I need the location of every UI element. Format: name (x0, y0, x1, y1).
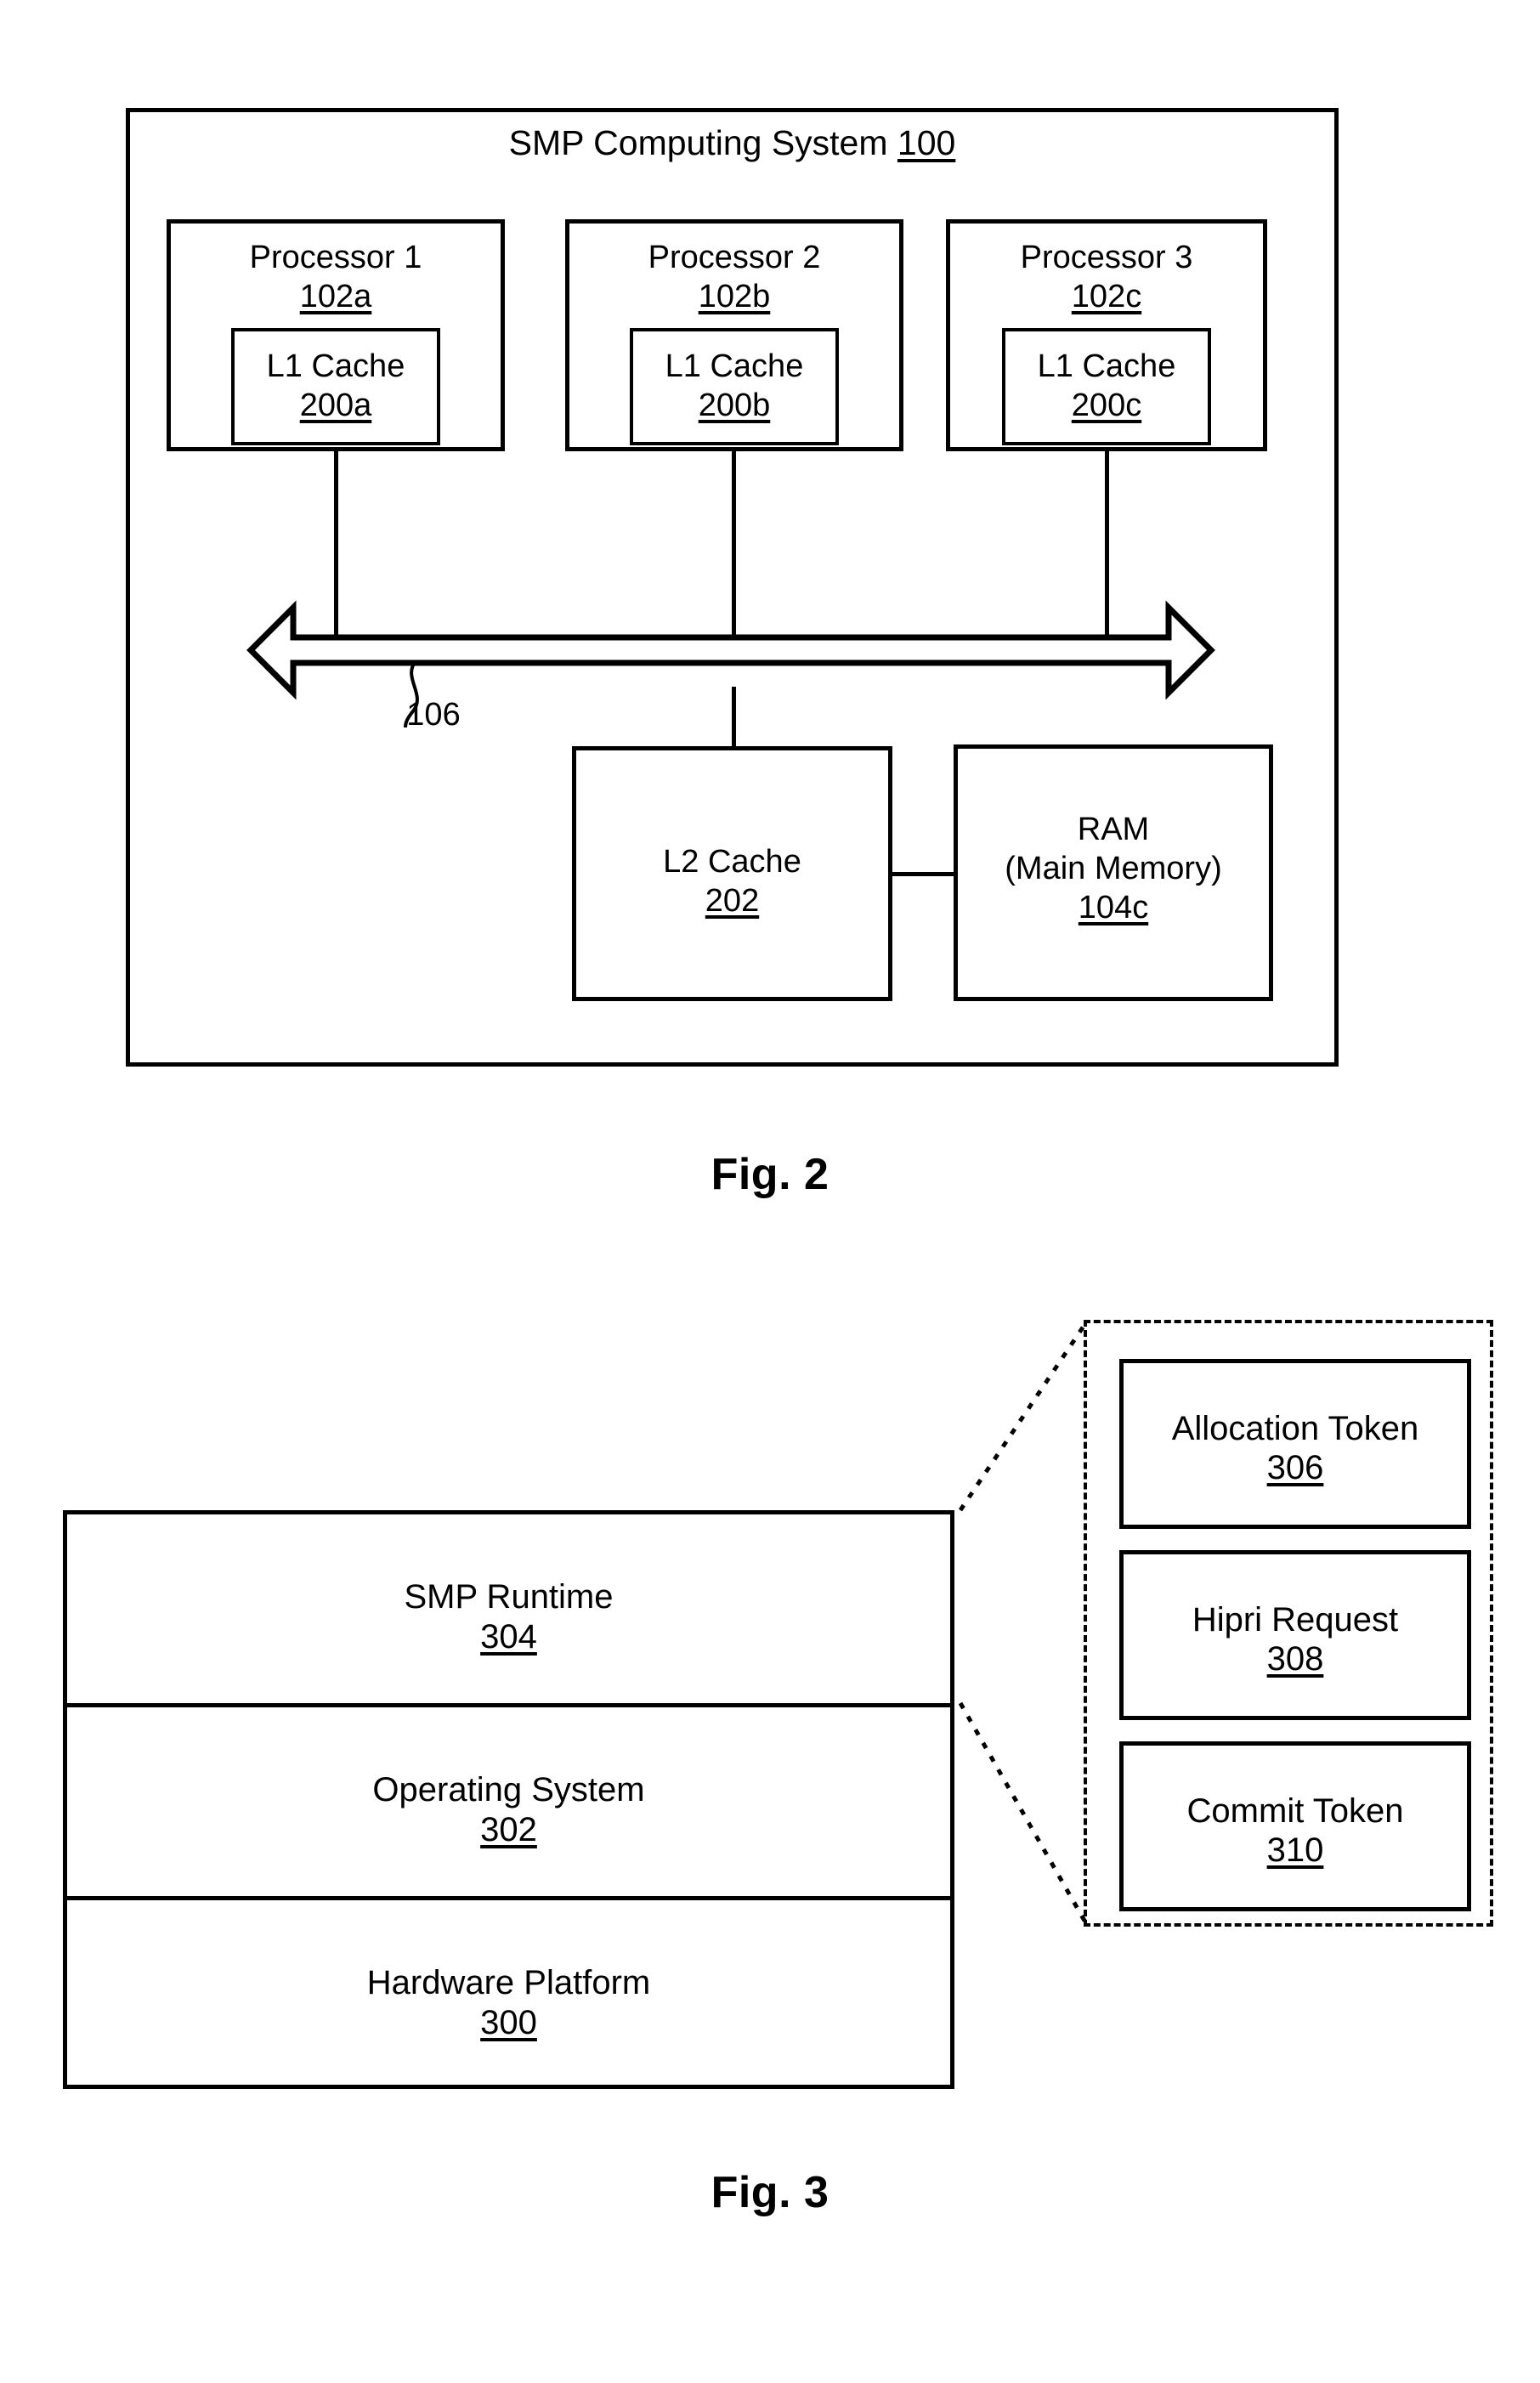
smp-computing-system-title: SMP Computing System 100 (126, 122, 1339, 165)
hipri-request-ref-text: 308 (1266, 1640, 1324, 1678)
l2-cache-ram-connector (891, 872, 955, 876)
processor-1-ref-text: 102a (299, 279, 372, 314)
stack-row-smp-runtime: SMP Runtime 304 (67, 1514, 950, 1707)
figure-3-caption: Fig. 3 (711, 2168, 829, 2217)
hardware-platform-ref-text: 300 (480, 2004, 537, 2041)
hipri-request-box: Hipri Request 308 (1119, 1550, 1471, 1720)
hardware-platform-ref: 300 (67, 2001, 950, 2044)
commit-token-title: Commit Token (1186, 1792, 1404, 1830)
processor-2-ref-text: 102b (698, 279, 771, 314)
l2-cache-title: L2 Cache (663, 844, 801, 880)
operating-system-ref: 302 (67, 1808, 950, 1851)
l1-cache-200c-ref-text: 200c (1071, 388, 1142, 423)
ram-ref-text: 104c (1078, 890, 1149, 925)
l1-cache-200a-ref-text: 200a (299, 388, 372, 423)
bus-ref-label: 106 (406, 697, 461, 733)
ram-subtitle: (Main Memory) (1005, 851, 1222, 886)
operating-system-title: Operating System (372, 1771, 645, 1808)
l1-cache-200b-ref-text: 200b (698, 388, 771, 423)
commit-token-ref-text: 310 (1266, 1831, 1324, 1869)
allocation-token-title: Allocation Token (1171, 1410, 1419, 1447)
processor-1-ref: 102a (167, 277, 505, 316)
smp-system-ref: 100 (897, 123, 956, 162)
processor-1-title: Processor 1 (249, 240, 422, 275)
l2-cache-box: L2 Cache 202 (572, 746, 892, 1001)
software-stack: SMP Runtime 304 Operating System 302 Har… (63, 1510, 954, 2089)
l2-cache-ref: 202 (576, 881, 888, 922)
l2-cache-ref-text: 202 (705, 883, 760, 919)
processor-3-title: Processor 3 (1020, 240, 1193, 275)
ram-main-memory-box: RAM (Main Memory) 104c (954, 744, 1273, 1001)
l1-cache-200b-title: L1 Cache (665, 348, 804, 384)
stack-row-hardware-platform: Hardware Platform 300 (67, 1900, 950, 2093)
allocation-token-ref-text: 306 (1266, 1449, 1324, 1486)
stack-row-operating-system: Operating System 302 (67, 1707, 950, 1900)
l1-cache-200a-title: L1 Cache (266, 348, 405, 384)
patent-drawing-sheet: SMP Computing System 100 Processor 1 102… (0, 0, 1540, 2383)
processor-3-ref-text: 102c (1071, 279, 1142, 314)
smp-runtime-ref-text: 304 (480, 1618, 537, 1656)
l1-cache-200c-ref: 200c (1002, 386, 1211, 425)
allocation-token-ref: 306 (1124, 1446, 1467, 1489)
token-group-container: Allocation Token 306 Hipri Request 308 C… (1084, 1320, 1493, 1927)
l1-cache-200b-ref: 200b (630, 386, 839, 425)
hipri-request-title: Hipri Request (1192, 1601, 1399, 1639)
processor-3-ref: 102c (946, 277, 1267, 316)
hardware-platform-title: Hardware Platform (366, 1964, 651, 2001)
bus-l2-cache-connector (732, 687, 736, 748)
processor-1-group: Processor 1 102a L1 Cache 200a (167, 219, 505, 451)
processor-3-group: Processor 3 102c L1 Cache 200c (946, 219, 1284, 451)
commit-token-ref: 310 (1124, 1829, 1467, 1871)
l1-cache-200c-title: L1 Cache (1037, 348, 1176, 384)
processor-2-group: Processor 2 102b L1 Cache 200b (565, 219, 903, 451)
allocation-token-box: Allocation Token 306 (1119, 1359, 1471, 1529)
operating-system-ref-text: 302 (480, 1811, 537, 1848)
processor-2-ref: 102b (565, 277, 903, 316)
hipri-request-ref: 308 (1124, 1638, 1467, 1680)
figure-2-caption: Fig. 2 (711, 1150, 829, 1199)
ram-title: RAM (1077, 812, 1150, 847)
smp-runtime-title: SMP Runtime (404, 1578, 614, 1616)
ram-ref: 104c (958, 888, 1269, 929)
smp-runtime-ref: 304 (67, 1616, 950, 1658)
smp-system-title-text: SMP Computing System (508, 123, 888, 162)
l1-cache-200a-ref: 200a (231, 386, 440, 425)
commit-token-box: Commit Token 310 (1119, 1741, 1471, 1911)
processor-2-title: Processor 2 (648, 240, 821, 275)
system-bus-arrow (246, 600, 1215, 700)
